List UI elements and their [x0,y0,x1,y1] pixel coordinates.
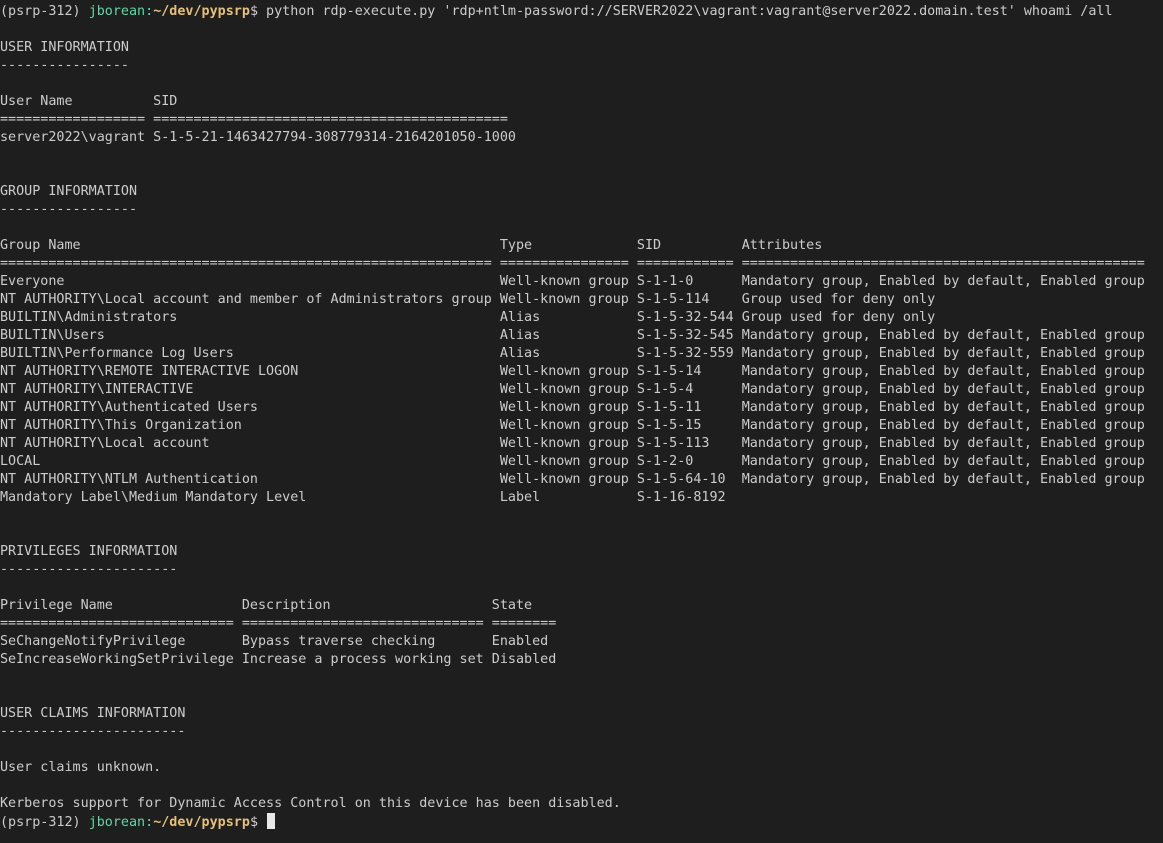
prompt-symbol: $ [249,4,258,19]
output-line: BUILTIN\Performance Log Users Alias S-1-… [0,346,1145,361]
output-line: ---------------- [0,58,129,73]
output-line: BUILTIN\Administrators Alias S-1-5-32-54… [0,310,936,325]
prompt-path: ~/dev/pypsrp [153,4,250,19]
output-line: BUILTIN\Users Alias S-1-5-32-545 Mandato… [0,328,1145,343]
text-cursor [267,813,276,829]
output-line: SeIncreaseWorkingSetPrivilege Increase a… [0,652,557,667]
output-line: GROUP INFORMATION [0,184,138,199]
output-line: Group Name Type SID Attributes [0,238,823,253]
output-line: NT AUTHORITY\INTERACTIVE Well-known grou… [0,382,1145,397]
output-line: NT AUTHORITY\Authenticated Users Well-kn… [0,400,1145,415]
output-line: LOCAL Well-known group S-1-2-0 Mandatory… [0,454,1145,469]
prompt-user: jborean: [88,4,154,19]
output-line: NT AUTHORITY\Local account and member of… [0,292,936,307]
prompt-user: jborean: [88,815,154,830]
output-line: ============================= ==========… [0,616,557,631]
prompt-venv: (psrp-312) [0,4,81,19]
output-line: NT AUTHORITY\This Organization Well-know… [0,418,1145,433]
output-line: ----------------- [0,202,138,217]
output-line: Mandatory Label\Medium Mandatory Level L… [0,490,726,505]
output-line: Everyone Well-known group S-1-1-0 Mandat… [0,274,1145,289]
prompt-symbol: $ [249,815,258,830]
prompt-venv: (psrp-312) [0,815,81,830]
output-line: SeChangeNotifyPrivilege Bypass traverse … [0,634,549,649]
output-line: ----------------------- [0,724,186,739]
output-line: Kerberos support for Dynamic Access Cont… [0,796,621,811]
output-line: ---------------------- [0,562,178,577]
output-line: NT AUTHORITY\NTLM Authentication Well-kn… [0,472,1145,487]
output-line: NT AUTHORITY\REMOTE INTERACTIVE LOGON We… [0,364,1145,379]
command-output: USER INFORMATION ---------------- User Nam… [0,21,1163,813]
output-line: NT AUTHORITY\Local account Well-known gr… [0,436,1145,451]
output-line: PRIVILEGES INFORMATION [0,544,178,559]
output-line: Privilege Name Description State [0,598,533,613]
prompt-path: ~/dev/pypsrp [153,815,250,830]
output-line: USER CLAIMS INFORMATION [0,706,186,721]
output-line: User claims unknown. [0,760,162,775]
current-prompt-line[interactable]: (psrp-312) jborean:~/dev/pypsrp$ [0,813,1163,831]
output-line: server2022\vagrant S-1-5-21-1463427794-3… [0,130,516,145]
output-line: ================== =====================… [0,112,508,127]
command-text: python rdp-execute.py 'rdp+ntlm-password… [258,4,1113,19]
output-line: ========================================… [0,256,1145,271]
terminal-window[interactable]: (psrp-312) jborean:~/dev/pypsrp$ python … [0,0,1163,843]
output-line: User Name SID [0,94,178,109]
command-line: (psrp-312) jborean:~/dev/pypsrp$ python … [0,3,1163,21]
output-line: USER INFORMATION [0,40,129,55]
